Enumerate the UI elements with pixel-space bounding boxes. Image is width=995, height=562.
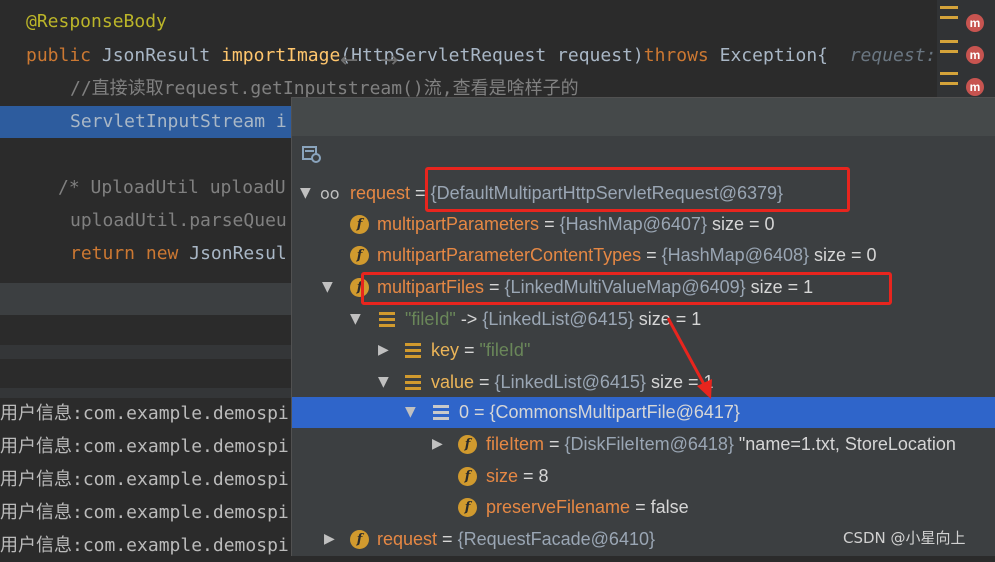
- watermark: CSDN @小星向上: [843, 529, 966, 547]
- annotation-arrow: [666, 317, 712, 399]
